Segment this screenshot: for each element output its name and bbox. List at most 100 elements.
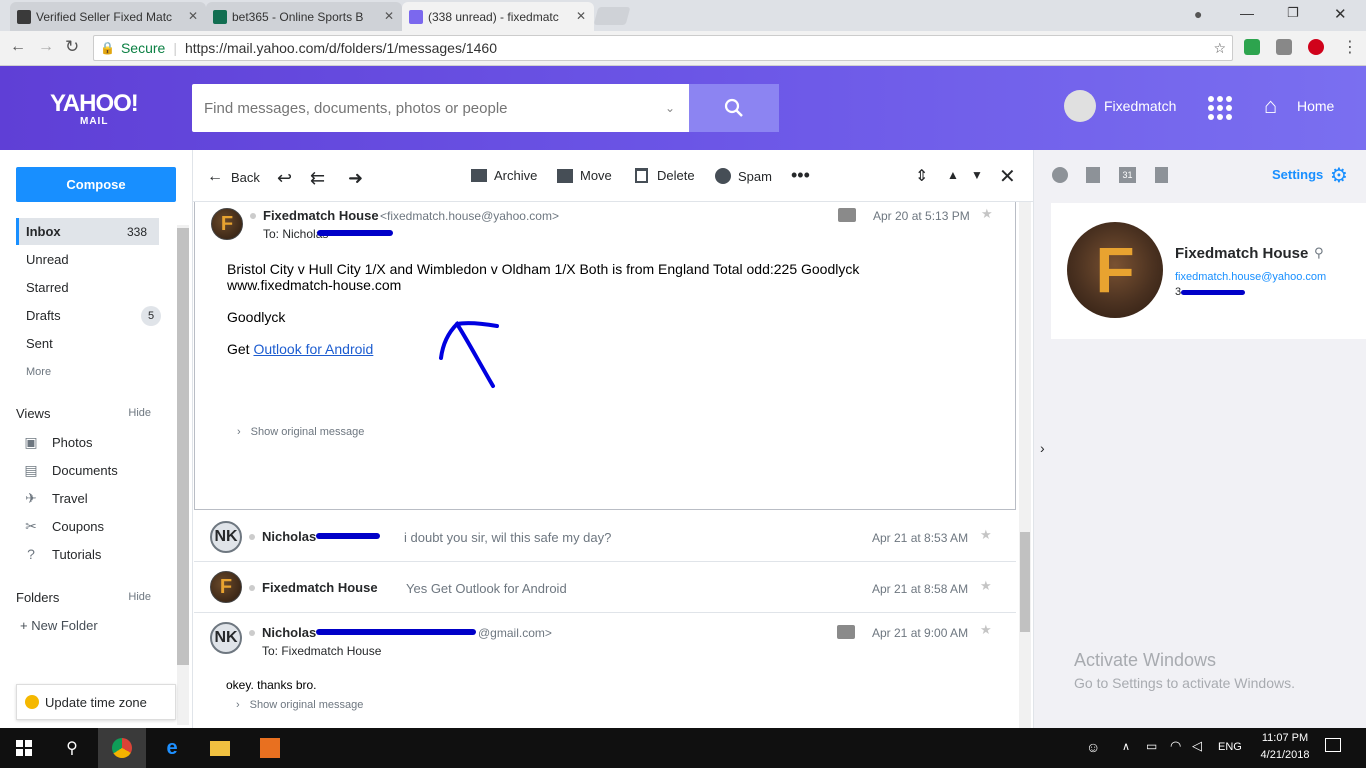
- sender-name[interactable]: Nicholas: [262, 625, 316, 640]
- more-actions-button[interactable]: •••: [791, 165, 810, 186]
- sidebar-item-photos[interactable]: ▣ Photos: [22, 434, 92, 450]
- sender-avatar[interactable]: F: [210, 571, 242, 603]
- delete-button[interactable]: Delete: [635, 168, 695, 183]
- outlook-android-link[interactable]: Outlook for Android: [253, 341, 373, 357]
- sender-avatar[interactable]: F: [211, 208, 243, 240]
- new-folder-button[interactable]: + New Folder: [20, 618, 98, 633]
- url-field[interactable]: 🔒 Secure | https://mail.yahoo.com/d/fold…: [93, 35, 1233, 61]
- read-status-dot[interactable]: [249, 630, 255, 636]
- restore-icon[interactable]: ❐: [1287, 5, 1299, 21]
- people-icon[interactable]: ☺: [1086, 739, 1100, 755]
- star-icon[interactable]: ★: [980, 527, 992, 543]
- contact-search-icon[interactable]: ⚲: [1314, 245, 1324, 261]
- settings-link[interactable]: Settings: [1272, 167, 1323, 182]
- sidebar-item-documents[interactable]: ▤ Documents: [22, 462, 117, 478]
- move-button[interactable]: Move: [557, 168, 612, 183]
- reload-icon[interactable]: ↻: [65, 37, 79, 57]
- calendar-icon[interactable]: 31: [1119, 167, 1136, 183]
- profile-icon[interactable]: ●: [1194, 6, 1202, 22]
- contacts-icon[interactable]: [1086, 167, 1100, 183]
- gear-icon[interactable]: ⚙: [1330, 163, 1348, 188]
- star-icon[interactable]: ★: [980, 578, 992, 594]
- sidebar-scrollbar-thumb[interactable]: [177, 228, 189, 665]
- expand-pane-chevron-icon[interactable]: ›: [1040, 440, 1045, 456]
- back-arrow-icon[interactable]: ←: [10, 38, 26, 56]
- new-tab-button[interactable]: [593, 7, 631, 25]
- tray-chevron-icon[interactable]: ∧: [1122, 740, 1130, 753]
- forward-arrow-icon[interactable]: →: [38, 38, 54, 56]
- views-hide-link[interactable]: Hide: [128, 407, 151, 419]
- archive-button[interactable]: Archive: [471, 168, 537, 183]
- sender-avatar[interactable]: NK: [210, 521, 242, 553]
- sidebar-more-link[interactable]: More: [16, 358, 159, 385]
- window-close-icon[interactable]: ✕: [1334, 5, 1347, 23]
- opera-extension-icon[interactable]: [1308, 39, 1324, 55]
- sender-name[interactable]: Fixedmatch House: [263, 208, 379, 223]
- close-tab-icon[interactable]: ✕: [576, 9, 586, 23]
- user-name[interactable]: Fixedmatch: [1104, 98, 1176, 114]
- sidebar-item-unread[interactable]: Unread: [16, 246, 159, 273]
- star-icon[interactable]: ★: [980, 622, 992, 638]
- contact-email[interactable]: fixedmatch.house@yahoo.com: [1175, 271, 1326, 283]
- sidebar-item-travel[interactable]: ✈ Travel: [22, 490, 88, 506]
- notepad-icon[interactable]: [1155, 167, 1168, 183]
- volume-icon[interactable]: ◁: [1192, 738, 1202, 754]
- close-tab-icon[interactable]: ✕: [188, 9, 198, 23]
- sender-avatar[interactable]: NK: [210, 622, 242, 654]
- sidebar-item-tutorials[interactable]: ? Tutorials: [22, 546, 101, 562]
- read-status-dot[interactable]: [249, 585, 255, 591]
- thread-row[interactable]: NK Nicholas i doubt you sir, wil this sa…: [194, 512, 1016, 562]
- message-pane-scrollbar[interactable]: [1019, 202, 1031, 728]
- action-center-icon[interactable]: [1325, 738, 1341, 752]
- language-indicator[interactable]: ENG: [1218, 741, 1242, 753]
- forward-button[interactable]: ➜: [348, 168, 363, 189]
- wifi-icon[interactable]: ◠: [1170, 738, 1181, 754]
- previous-message-button[interactable]: ▲: [947, 168, 959, 182]
- close-tab-icon[interactable]: ✕: [384, 9, 394, 23]
- browser-tab-1[interactable]: Verified Seller Fixed Matc ✕: [10, 2, 206, 31]
- edge-taskbar-icon[interactable]: e: [148, 728, 196, 768]
- sidebar-item-drafts[interactable]: Drafts 5: [16, 302, 161, 329]
- sidebar-item-sent[interactable]: Sent: [16, 330, 159, 357]
- apps-grid-icon[interactable]: [1208, 96, 1232, 120]
- browser-tab-2[interactable]: bet365 - Online Sports B ✕: [206, 2, 402, 31]
- close-message-button[interactable]: ✕: [999, 164, 1016, 189]
- spam-button[interactable]: Spam: [715, 168, 772, 184]
- windows-start-icon[interactable]: [0, 728, 48, 768]
- chrome-taskbar-icon[interactable]: [98, 728, 146, 768]
- bookmark-star-icon[interactable]: ☆: [1213, 40, 1226, 57]
- thread-row[interactable]: F Fixedmatch House Yes Get Outlook for A…: [194, 562, 1016, 613]
- show-original-message-link[interactable]: › Show original message: [236, 699, 363, 711]
- search-icon[interactable]: ⚲: [48, 728, 96, 768]
- extension-lock-icon[interactable]: [1276, 39, 1292, 55]
- emoji-icon[interactable]: [1052, 167, 1068, 183]
- compose-button[interactable]: Compose: [16, 167, 176, 202]
- update-time-zone-button[interactable]: Update time zone: [16, 684, 176, 720]
- show-original-message-link[interactable]: › Show original message: [237, 426, 364, 438]
- search-input[interactable]: Find messages, documents, photos or peop…: [192, 84, 689, 132]
- search-button[interactable]: [689, 84, 779, 132]
- extension-icon[interactable]: [1244, 39, 1260, 55]
- read-status-dot[interactable]: [249, 534, 255, 540]
- print-icon[interactable]: [837, 625, 855, 639]
- next-message-button[interactable]: ▼: [971, 168, 983, 182]
- star-icon[interactable]: ★: [981, 206, 993, 222]
- print-icon[interactable]: [838, 208, 856, 222]
- home-link[interactable]: Home: [1297, 98, 1334, 114]
- app-taskbar-icon[interactable]: [246, 728, 294, 768]
- user-avatar[interactable]: [1064, 90, 1096, 122]
- folders-hide-link[interactable]: Hide: [128, 591, 151, 603]
- menu-kebab-icon[interactable]: ⋮: [1342, 37, 1358, 57]
- clock-date[interactable]: 4/21/2018: [1255, 749, 1315, 761]
- yahoo-logo[interactable]: YAHOO!: [50, 90, 139, 118]
- reply-button[interactable]: ↩: [277, 168, 292, 189]
- sidebar-item-starred[interactable]: Starred: [16, 274, 159, 301]
- read-status-dot[interactable]: [250, 213, 256, 219]
- sidebar-item-inbox[interactable]: Inbox 338: [16, 218, 159, 245]
- browser-tab-3[interactable]: (338 unread) - fixedmatc ✕: [402, 2, 594, 31]
- reply-all-button[interactable]: ⇇: [310, 168, 325, 189]
- search-dropdown-chevron-icon[interactable]: ⌄: [665, 101, 675, 115]
- sidebar-item-coupons[interactable]: ✂ Coupons: [22, 518, 104, 534]
- file-explorer-taskbar-icon[interactable]: [196, 728, 244, 768]
- back-button[interactable]: ← Back: [207, 168, 260, 186]
